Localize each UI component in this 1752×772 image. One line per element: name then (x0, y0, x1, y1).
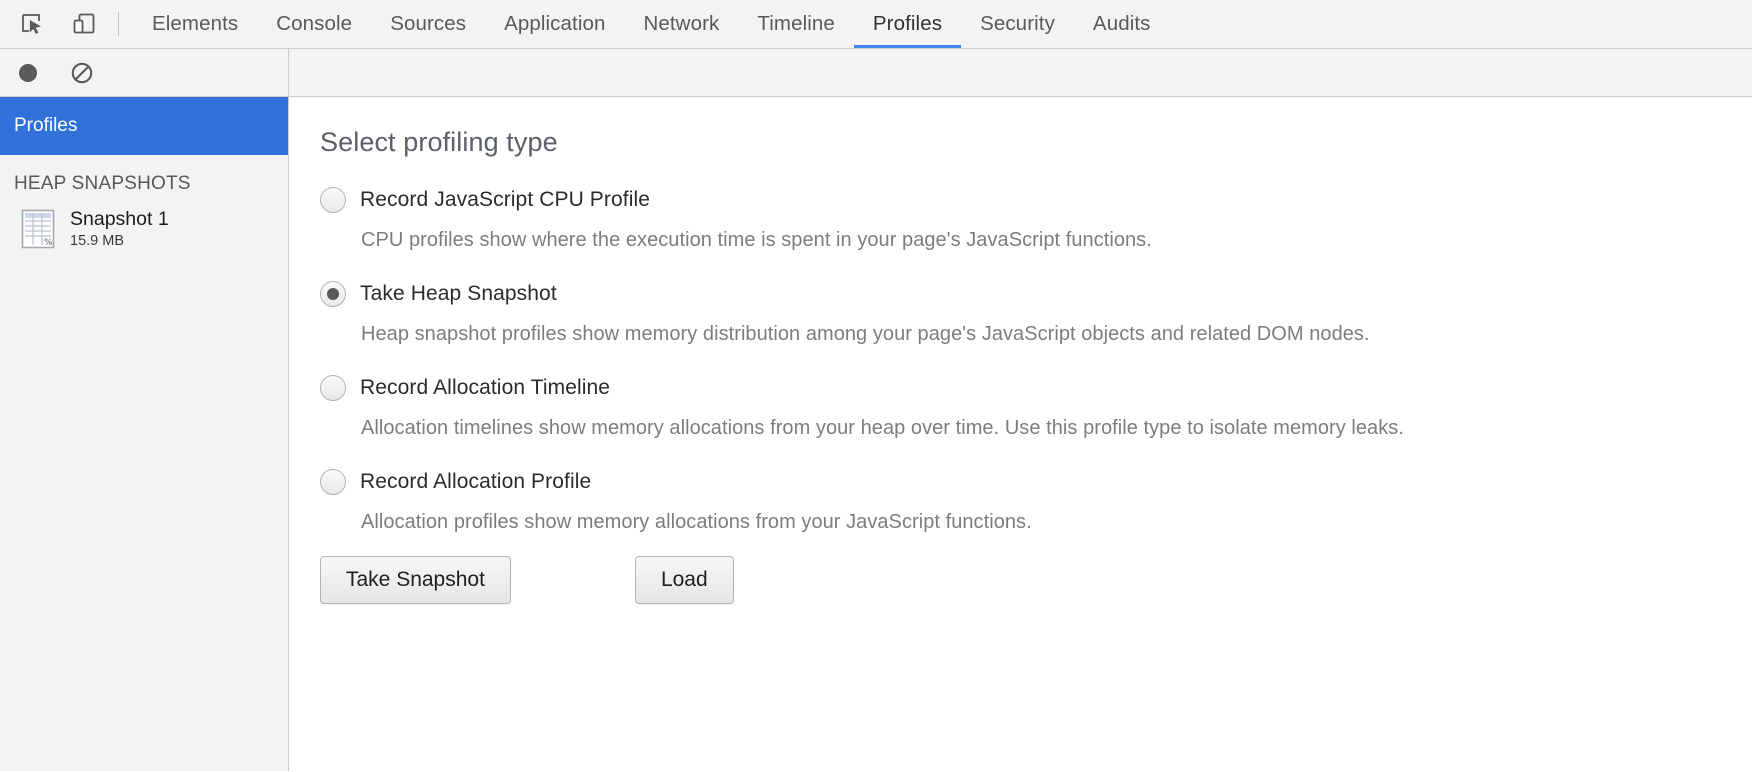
devtools-main-toolbar: Elements Console Sources Application Net… (0, 0, 1752, 49)
option-description: Heap snapshot profiles show memory distr… (361, 323, 1370, 345)
tab-timeline[interactable]: Timeline (738, 0, 854, 48)
sidebar-section-heap-snapshots: HEAP SNAPSHOTS (0, 155, 288, 201)
radio-row-allocation-profile[interactable]: Record Allocation Profile (320, 462, 1752, 502)
profiles-toolbar-spacer (289, 49, 1752, 96)
snapshot-size: 15.9 MB (70, 233, 124, 249)
radio-label: Record Allocation Profile (360, 470, 592, 493)
tab-label: Console (276, 12, 353, 35)
tab-sources[interactable]: Sources (371, 0, 485, 48)
snapshot-title: Snapshot 1 (70, 208, 169, 230)
tab-console[interactable]: Console (257, 0, 371, 48)
profile-option-heap-snapshot: Take Heap Snapshot Heap snapshot profile… (320, 274, 1752, 346)
tab-audits[interactable]: Audits (1074, 0, 1170, 48)
tab-label: Application (504, 12, 606, 35)
radio-cpu-profile[interactable] (320, 187, 346, 213)
radio-label: Record Allocation Timeline (360, 376, 611, 399)
profile-option-allocation-profile: Record Allocation Profile Allocation pro… (320, 462, 1752, 534)
heap-snapshot-icon: % (20, 208, 56, 250)
button-spacer (511, 556, 635, 604)
toggle-device-toolbar-icon[interactable] (64, 4, 104, 44)
sidebar-header-label: Profiles (14, 115, 78, 136)
list-item-text: Snapshot 1 15.9 MB (70, 207, 169, 251)
load-button[interactable]: Load (634, 556, 734, 604)
toolbar-divider (118, 12, 119, 36)
profiles-action-group (0, 49, 289, 96)
radio-label: Take Heap Snapshot (360, 282, 557, 305)
record-dot-shape (19, 63, 37, 82)
tab-elements[interactable]: Elements (133, 0, 257, 48)
tab-label: Profiles (872, 12, 943, 35)
radio-dot (327, 288, 339, 300)
tab-label: Network (643, 12, 720, 35)
tab-network[interactable]: Network (624, 0, 738, 48)
profile-type-panel: Select profiling type Record JavaScript … (289, 97, 1752, 771)
radio-heap-snapshot[interactable] (320, 281, 346, 307)
radio-allocation-profile[interactable] (320, 469, 346, 495)
clear-all-icon[interactable] (68, 59, 96, 87)
tab-label: Elements (152, 12, 239, 35)
radio-row-cpu-profile[interactable]: Record JavaScript CPU Profile (320, 180, 1752, 220)
option-description: Allocation timelines show memory allocat… (361, 417, 1404, 439)
tab-application[interactable]: Application (485, 0, 624, 48)
profile-option-cpu: Record JavaScript CPU Profile CPU profil… (320, 180, 1752, 252)
tab-label: Timeline (757, 12, 835, 35)
profiles-sidebar: Profiles HEAP SNAPSHOTS % Snapshot 1 15.… (0, 97, 289, 771)
tab-security[interactable]: Security (961, 0, 1074, 48)
tab-label: Audits (1092, 12, 1151, 35)
devtools-body: Profiles HEAP SNAPSHOTS % Snapshot 1 15.… (0, 97, 1752, 771)
svg-text:%: % (44, 238, 53, 248)
radio-label: Record JavaScript CPU Profile (360, 188, 650, 211)
profile-option-allocation-timeline: Record Allocation Timeline Allocation ti… (320, 368, 1752, 440)
sidebar-item-profiles[interactable]: Profiles (0, 97, 288, 155)
list-item[interactable]: % Snapshot 1 15.9 MB (0, 201, 288, 257)
inspect-element-icon[interactable] (12, 4, 52, 44)
option-description: Allocation profiles show memory allocati… (361, 511, 1032, 533)
profiles-action-toolbar (0, 49, 1752, 97)
tab-label: Sources (390, 12, 467, 35)
panel-tab-list: Elements Console Sources Application Net… (133, 0, 1170, 48)
option-description: CPU profiles show where the execution ti… (361, 229, 1152, 251)
tab-label: Security (980, 12, 1055, 35)
tab-profiles[interactable]: Profiles (853, 0, 962, 48)
radio-row-heap-snapshot[interactable]: Take Heap Snapshot (320, 274, 1752, 314)
action-button-row: Take Snapshot Load (320, 556, 1752, 604)
take-snapshot-button[interactable]: Take Snapshot (320, 556, 511, 604)
page-title: Select profiling type (320, 127, 558, 157)
sidebar-section-label: HEAP SNAPSHOTS (14, 173, 191, 194)
radio-row-allocation-timeline[interactable]: Record Allocation Timeline (320, 368, 1752, 408)
record-circle-icon[interactable] (14, 59, 42, 87)
toolbar-icon-group (0, 0, 104, 48)
radio-allocation-timeline[interactable] (320, 375, 346, 401)
